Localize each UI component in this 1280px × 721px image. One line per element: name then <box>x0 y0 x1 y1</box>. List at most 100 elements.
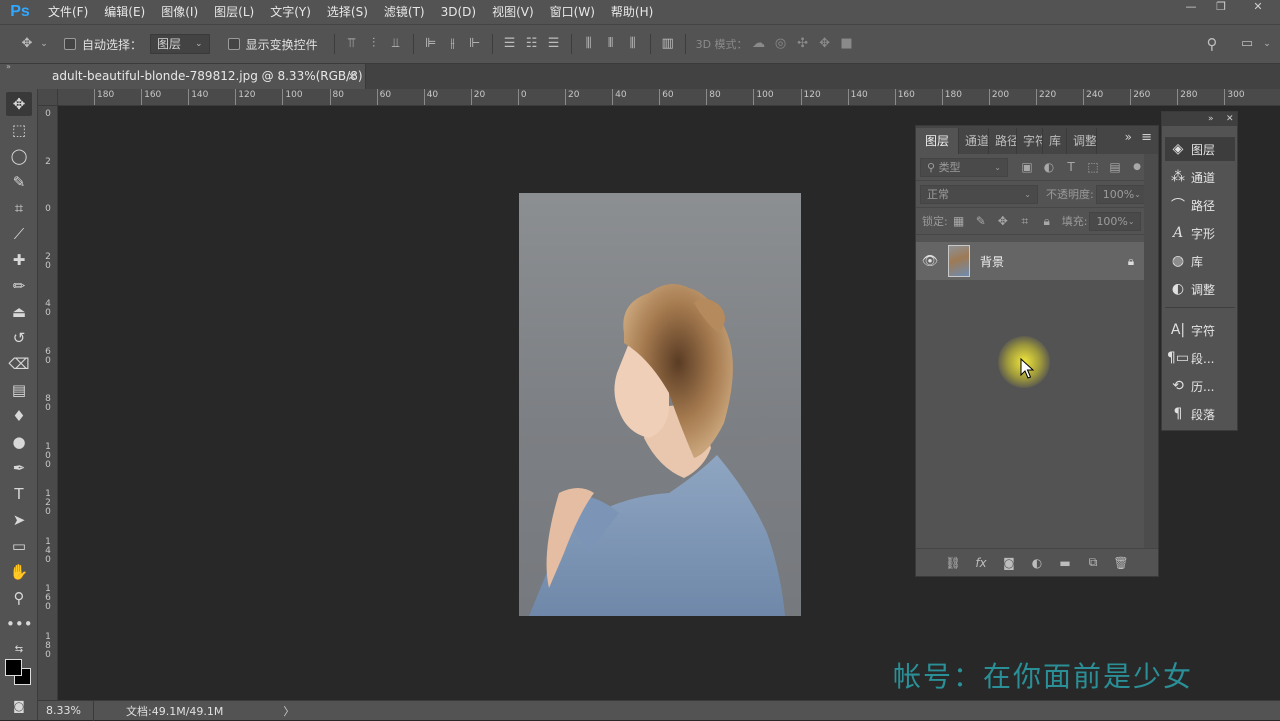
chevron-down-icon[interactable]: ⌄ <box>1256 33 1278 55</box>
tab-channels[interactable]: 通道 <box>959 128 990 154</box>
quick-mask-icon[interactable]: ◙ <box>6 694 32 718</box>
eyedropper-tool-icon[interactable]: ⟋ <box>6 222 32 246</box>
align-left-icon[interactable]: ⊫ <box>420 33 442 55</box>
menu-image[interactable]: 图像(I) <box>153 0 206 24</box>
vertical-ruler[interactable]: 0 2 0 2 0 4 0 6 0 8 0 1 0 0 1 2 0 1 4 0 1 6 0 1 8 0 <box>38 106 58 700</box>
dock-item-channels[interactable]: ⁂ 通道 <box>1165 165 1235 189</box>
pen-tool-icon[interactable]: ✒ <box>6 456 32 480</box>
lasso-tool-icon[interactable]: ◯ <box>6 144 32 168</box>
more-tabs-icon[interactable]: » <box>1125 130 1132 144</box>
document-image[interactable] <box>519 193 801 616</box>
zoom-tool-icon[interactable]: ⚲ <box>6 586 32 610</box>
document-tab[interactable]: adult-beautiful-blonde-789812.jpg @ 8.33… <box>40 64 366 108</box>
filter-smart-object-icon[interactable]: ▤ <box>1104 160 1126 174</box>
gradient-tool-icon[interactable]: ▤ <box>6 378 32 402</box>
minimize-button[interactable]: — <box>1176 0 1206 16</box>
stamp-tool-icon[interactable]: ⏏ <box>6 300 32 324</box>
close-tab-icon[interactable]: × <box>347 64 357 89</box>
distribute-top-icon[interactable]: ☰ <box>499 33 521 55</box>
menu-help[interactable]: 帮助(H) <box>603 0 661 24</box>
close-dock-icon[interactable]: ✕ <box>1226 112 1234 126</box>
layer-name[interactable]: 背景 <box>980 253 1118 270</box>
lock-transparent-icon[interactable]: ▦ <box>948 214 970 228</box>
menu-view[interactable]: 视图(V) <box>484 0 542 24</box>
distribute-right-icon[interactable]: ⫼ <box>622 33 644 55</box>
tab-layers[interactable]: 图层 <box>916 128 960 154</box>
layer-filter-dropdown[interactable]: ⚲ 类型 ⌄ <box>920 157 1008 177</box>
expand-panels-icon[interactable]: » <box>1208 112 1214 126</box>
blend-mode-dropdown[interactable]: 正常 ⌄ <box>920 184 1038 204</box>
align-bottom-icon[interactable]: ⫫ <box>385 33 407 55</box>
distribute-hcenter-icon[interactable]: ⫴ <box>600 33 622 55</box>
more-tools-icon[interactable]: ••• <box>6 612 33 636</box>
horizontal-ruler[interactable]: 180 160 140 120 100 80 60 40 20 0 20 40 60 80 100 120 14… <box>58 89 1280 106</box>
status-menu-arrow-icon[interactable]: 〉 <box>283 703 294 719</box>
auto-select-checkbox[interactable] <box>64 38 76 50</box>
tab-character[interactable]: 字符 <box>1017 128 1044 154</box>
layer-row[interactable]: 👁︎ 背景 🔒︎ <box>916 242 1144 280</box>
align-vcenter-icon[interactable]: ⫶ <box>363 33 385 55</box>
new-layer-icon[interactable]: ⧉ <box>1083 555 1103 570</box>
3d-camera-icon[interactable]: ■ <box>836 33 858 55</box>
tab-adjustments[interactable]: 调整 <box>1067 128 1098 154</box>
menu-edit[interactable]: 编辑(E) <box>96 0 153 24</box>
dock-item-paragraph-styles[interactable]: ¶▭ 段... <box>1165 346 1235 370</box>
distribute-vcenter-icon[interactable]: ☷ <box>521 33 543 55</box>
fill-field[interactable]: 100% ⌄ <box>1089 211 1142 231</box>
align-hcenter-icon[interactable]: ⫲ <box>442 33 464 55</box>
tab-library[interactable]: 库 <box>1043 128 1068 154</box>
dock-item-history[interactable]: ⟲ 历... <box>1165 374 1235 398</box>
distribute-bottom-icon[interactable]: ☰ <box>543 33 565 55</box>
lock-all-icon[interactable]: 🔒︎ <box>1036 214 1058 229</box>
workspace-icon[interactable]: ▭ <box>1236 33 1258 55</box>
3d-orbit-icon[interactable]: ☁ <box>748 33 770 55</box>
lock-image-icon[interactable]: ✎ <box>970 214 992 228</box>
panel-menu-icon[interactable]: ≡ <box>1141 130 1152 145</box>
3d-slide-icon[interactable]: ✥ <box>814 33 836 55</box>
eraser-tool-icon[interactable]: ⌫ <box>6 352 32 376</box>
restore-button[interactable]: ❐ <box>1206 0 1236 16</box>
lock-icon[interactable]: 🔒︎ <box>1118 254 1144 269</box>
path-select-tool-icon[interactable]: ➤ <box>6 508 32 532</box>
layers-scrollbar[interactable] <box>1144 154 1158 548</box>
new-adjustment-layer-icon[interactable]: ◐ <box>1027 556 1047 570</box>
menu-filter[interactable]: 滤镜(T) <box>376 0 433 24</box>
menu-file[interactable]: 文件(F) <box>40 0 96 24</box>
type-tool-icon[interactable]: T <box>6 482 32 506</box>
zoom-level[interactable]: 8.33% <box>38 700 94 721</box>
distribute-left-icon[interactable]: ⫼ <box>578 33 600 55</box>
menu-layer[interactable]: 图层(L) <box>206 0 262 24</box>
dock-item-library[interactable]: ◍ 库 <box>1165 249 1235 273</box>
filter-adjustment-icon[interactable]: ◐ <box>1038 160 1060 174</box>
hand-tool-icon[interactable]: ✋ <box>6 560 32 584</box>
align-right-icon[interactable]: ⊩ <box>464 33 486 55</box>
brush-tool-icon[interactable]: ✏ <box>6 274 32 298</box>
toolbar-collapse[interactable]: » <box>0 62 40 89</box>
filter-pixel-icon[interactable]: ▣ <box>1016 160 1038 174</box>
dock-item-layers[interactable]: ◈ 图层 <box>1165 137 1235 161</box>
close-window-button[interactable]: ✕ <box>1236 0 1280 16</box>
move-tool-icon[interactable]: ✥ <box>16 33 38 55</box>
dock-item-paths[interactable]: ⌒ 路径 <box>1165 193 1235 217</box>
menu-window[interactable]: 窗口(W) <box>542 0 603 24</box>
dock-item-character[interactable]: A| 字符 <box>1165 318 1235 342</box>
dock-item-paragraph[interactable]: ¶ 段落 <box>1165 402 1235 426</box>
history-brush-tool-icon[interactable]: ↺ <box>6 326 32 350</box>
lock-artboard-icon[interactable]: ⌗ <box>1014 214 1036 229</box>
dock-item-adjustments[interactable]: ◐ 调整 <box>1165 277 1235 301</box>
auto-select-dropdown[interactable]: 图层 ⌄ <box>150 34 210 54</box>
quick-select-tool-icon[interactable]: ✎ <box>6 170 32 194</box>
add-mask-icon[interactable]: ◙ <box>999 556 1019 570</box>
move-tool-icon[interactable]: ✥ <box>6 92 32 116</box>
fx-icon[interactable]: fx <box>971 556 991 570</box>
tab-paths[interactable]: 路径 <box>989 128 1018 154</box>
foreground-color-swatch[interactable] <box>5 659 22 676</box>
auto-align-icon[interactable]: ▥ <box>657 33 679 55</box>
ruler-origin[interactable] <box>38 89 58 106</box>
blur-tool-icon[interactable]: ♦ <box>6 404 32 428</box>
dock-item-glyphs[interactable]: A 字形 <box>1165 221 1235 245</box>
align-top-icon[interactable]: ⫪ <box>341 33 363 55</box>
healing-brush-tool-icon[interactable]: ✚ <box>6 248 32 272</box>
tool-preset-chevron-icon[interactable]: ⌄ <box>38 33 50 55</box>
filter-type-icon[interactable]: T <box>1060 160 1082 174</box>
